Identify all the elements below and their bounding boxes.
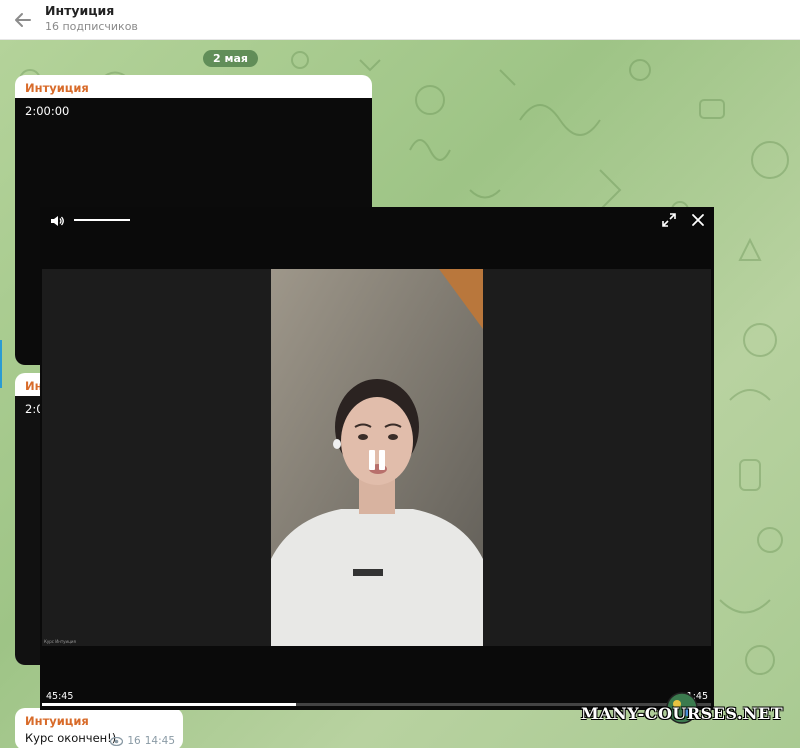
volume-icon[interactable] <box>49 213 65 229</box>
views-eye-icon <box>110 736 124 746</box>
chat-header: Интуиция 16 подписчиков <box>0 0 800 40</box>
video-caption: Курс Интуиция <box>44 639 76 644</box>
message-sender[interactable]: Интуиция <box>25 714 89 728</box>
pause-icon[interactable] <box>366 449 388 471</box>
view-count: 16 <box>127 735 141 747</box>
progress-fill <box>42 703 297 706</box>
channel-title[interactable]: Интуиция <box>45 3 114 18</box>
message-time: 14:45 <box>144 735 175 747</box>
fullscreen-icon[interactable] <box>662 213 676 227</box>
message-sender[interactable]: Интуиция <box>25 81 89 95</box>
subscriber-count: 16 подписчиков <box>45 20 138 33</box>
close-icon[interactable] <box>691 213 705 227</box>
message-text: Курс окончен!) <box>25 731 117 745</box>
video-player[interactable]: Курс Интуиция 45:45 1:45 <box>40 207 714 710</box>
current-time: 45:45 <box>46 691 74 702</box>
side-indicator <box>0 340 2 388</box>
text-message[interactable]: Интуиция Курс окончен!) 16 14:45 <box>15 708 183 748</box>
watermark-text: MANY-COURSES.NET <box>581 704 784 723</box>
date-separator: 2 мая <box>203 50 258 67</box>
video-duration: 2:00:00 <box>25 104 70 118</box>
message-meta: 16 14:45 <box>110 735 175 747</box>
back-arrow-icon[interactable] <box>12 9 34 31</box>
volume-slider[interactable] <box>74 219 130 221</box>
